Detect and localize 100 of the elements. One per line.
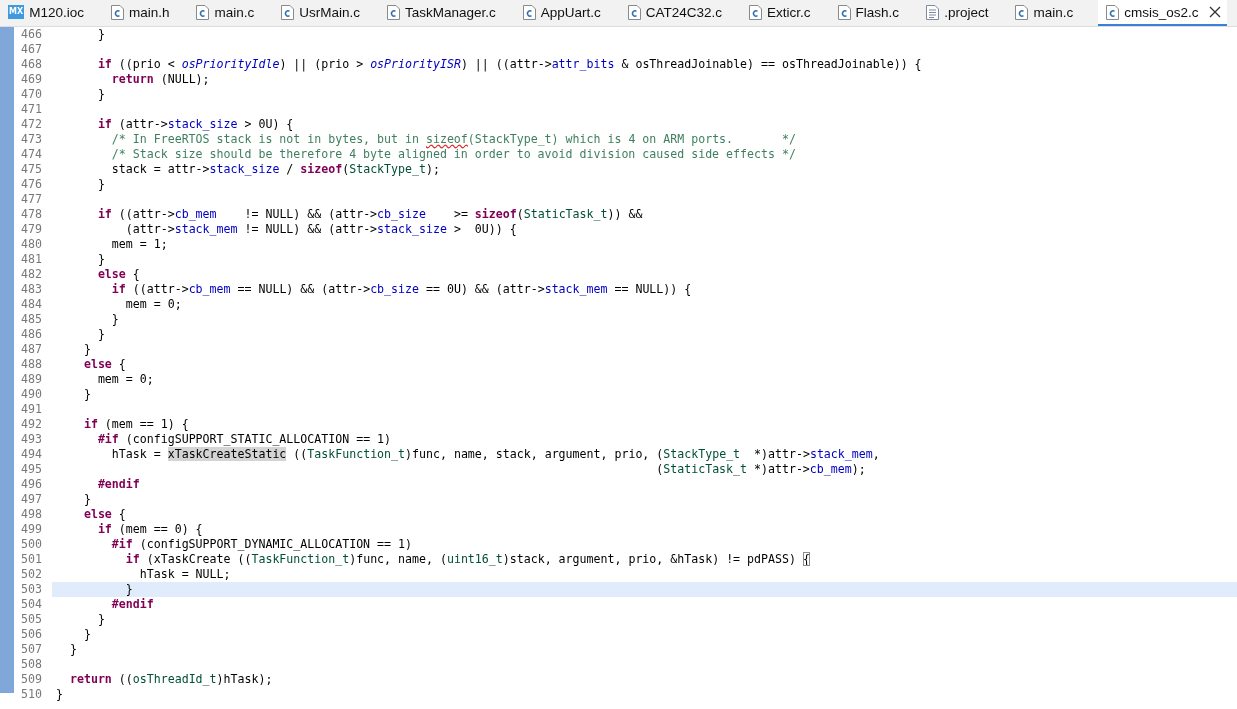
- line-number: 490: [20, 387, 43, 402]
- line-number: 497: [20, 492, 43, 507]
- line-number: 466: [20, 27, 43, 42]
- line-number: 481: [20, 252, 43, 267]
- code-line: if (mem == 1) {: [82, 417, 190, 432]
- code-line: }: [82, 627, 92, 642]
- file-tab[interactable]: AppUart.c: [520, 0, 615, 26]
- line-number: 501: [20, 552, 43, 567]
- line-number: 480: [20, 237, 43, 252]
- line-number: 488: [20, 357, 43, 372]
- file-tab[interactable]: main.c: [1013, 0, 1088, 26]
- c-file-icon: [281, 4, 295, 20]
- line-number: 485: [20, 312, 43, 327]
- code-line: mem = 0;: [124, 297, 183, 312]
- code-line: }: [82, 492, 92, 507]
- file-tab[interactable]: TaskManager.c: [385, 0, 510, 26]
- line-number: 502: [20, 567, 43, 582]
- line-number: 509: [20, 672, 43, 687]
- line-number: 489: [20, 372, 43, 387]
- code-line: }: [55, 687, 64, 702]
- code-line: #if (configSUPPORT_DYNAMIC_ALLOCATION == 1): [110, 537, 413, 552]
- line-number: 468: [20, 57, 43, 72]
- code-line: /* In FreeRTOS stack is not in bytes, but in sizeof(StackType_t) which is 4 on ARM ports. */: [110, 132, 797, 147]
- line-number: 505: [20, 612, 43, 627]
- code-line: }: [96, 87, 106, 102]
- code-line: }: [96, 612, 106, 627]
- code-line: else {: [96, 267, 141, 282]
- close-icon[interactable]: [1209, 6, 1222, 18]
- c-file-icon: [196, 4, 210, 20]
- line-number: 474: [20, 147, 43, 162]
- line-number: 491: [20, 402, 43, 417]
- code-line: #if (configSUPPORT_STATIC_ALLOCATION == 1): [96, 432, 393, 447]
- line-number: 467: [20, 42, 43, 57]
- file-tab[interactable]: main.h: [108, 0, 184, 26]
- line-number: 495: [20, 462, 43, 477]
- line-number: 475: [20, 162, 43, 177]
- file-tab[interactable]: UsrMain.c: [279, 0, 374, 26]
- line-number: 483: [20, 282, 43, 297]
- code-line: mem = 1;: [110, 237, 169, 252]
- code-line: if ((prio < osPriorityIdle) || (prio > osPriorityISR) || ((attr->attr_bits & osThreadJoinable) == osThreadJoinable)) {: [96, 57, 923, 72]
- mx-file-icon: MX: [8, 5, 25, 19]
- line-number: 493: [20, 432, 43, 447]
- c-file-icon: [1106, 4, 1120, 20]
- line-number: 499: [20, 522, 43, 537]
- code-line: (attr->stack_mem != NULL) && (attr->stack_size > 0U)) {: [124, 222, 518, 237]
- code-line: #endif: [110, 597, 155, 612]
- code-line: stack = attr->stack_size / sizeof(StackType_t);: [110, 162, 441, 177]
- code-line: }: [68, 642, 78, 657]
- file-tab[interactable]: main.c: [194, 0, 269, 26]
- c-file-icon: [387, 4, 400, 20]
- file-tab[interactable]: CAT24C32.c: [625, 0, 737, 26]
- line-number: 471: [20, 102, 43, 117]
- line-number: 477: [20, 192, 43, 207]
- line-number: 503: [20, 582, 43, 597]
- line-number: 498: [20, 507, 43, 522]
- code-line: else {: [82, 507, 127, 522]
- line-number: 510: [20, 687, 43, 702]
- code-line: hTask = NULL;: [138, 567, 232, 582]
- code-line: hTask = xTaskCreateStatic ((TaskFunction_t)func, name, stack, argument, prio, (StackType_t *)attr->stack_mem,: [110, 447, 881, 462]
- line-number: 476: [20, 177, 43, 192]
- file-tab[interactable]: cmsis_os2.c: [1098, 0, 1228, 26]
- line-number: 484: [20, 297, 43, 312]
- code-line: if (attr->stack_size > 0U) {: [96, 117, 295, 132]
- code-line: if ((attr->cb_mem == NULL) && (attr->cb_size == 0U) && (attr->stack_mem == NULL)) {: [110, 282, 693, 297]
- c-file-icon: [1015, 4, 1029, 20]
- line-number: 473: [20, 132, 43, 147]
- line-number: 506: [20, 627, 43, 642]
- c-file-icon: [110, 4, 124, 20]
- line-number: 500: [20, 537, 43, 552]
- line-number: 470: [20, 87, 43, 102]
- code-line: mem = 0;: [96, 372, 155, 387]
- file-tab[interactable]: .project: [924, 0, 1003, 26]
- file-tab[interactable]: MX M120.ioc: [6, 0, 98, 26]
- line-number: 486: [20, 327, 43, 342]
- c-file-icon: [837, 4, 851, 20]
- code-line: #endif: [96, 477, 141, 492]
- code-line: return (NULL);: [110, 72, 211, 87]
- file-tab[interactable]: Flash.c: [835, 0, 914, 26]
- c-file-icon: [522, 4, 536, 20]
- line-number: 479: [20, 222, 43, 237]
- line-number: 508: [20, 657, 43, 672]
- line-number: 504: [20, 597, 43, 612]
- code-line: }: [82, 342, 92, 357]
- c-file-icon: [627, 4, 641, 20]
- code-line: }: [110, 312, 120, 327]
- line-number: 492: [20, 417, 43, 432]
- code-line: if ((attr->cb_mem != NULL) && (attr->cb_size >= sizeof(StaticTask_t)) &&: [96, 207, 644, 222]
- c-file-icon: [749, 4, 763, 20]
- code-line: }: [96, 252, 106, 267]
- code-line: else {: [82, 357, 127, 372]
- line-number: 496: [20, 477, 43, 492]
- code-line: }: [96, 327, 106, 342]
- line-number: 482: [20, 267, 43, 282]
- code-line: (StaticTask_t *)attr->cb_mem);: [655, 462, 867, 477]
- code-line: }: [96, 27, 106, 42]
- code-line: return ((osThreadId_t)hTask);: [68, 672, 274, 687]
- line-number: 507: [20, 642, 43, 657]
- file-tab[interactable]: Exticr.c: [747, 0, 825, 26]
- line-number: 469: [20, 72, 43, 87]
- line-number: 494: [20, 447, 43, 462]
